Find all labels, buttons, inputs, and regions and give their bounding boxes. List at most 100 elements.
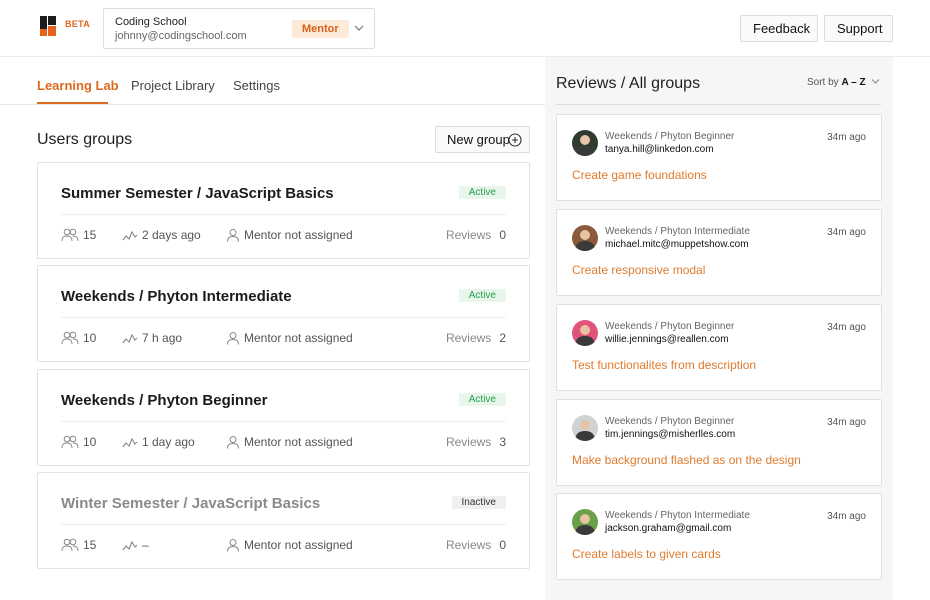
review-task-link[interactable]: Create game foundations (572, 168, 707, 182)
review-user-email: tanya.hill@linkedon.com (605, 144, 714, 155)
beta-badge: BETA (65, 19, 91, 29)
role-badge: Mentor (292, 20, 349, 38)
tab-settings[interactable]: Settings (233, 78, 280, 93)
new-group-button[interactable]: New group (435, 126, 530, 153)
review-group: Weekends / Phyton Intermediate (605, 510, 750, 521)
group-card[interactable]: Summer Semester / JavaScript Basics Acti… (37, 162, 530, 259)
user-icon (227, 332, 239, 345)
avatar (572, 509, 598, 535)
card-divider (61, 214, 506, 215)
activity-value: 7 h ago (142, 331, 183, 345)
group-mentor[interactable]: Mentor not assigned (226, 537, 353, 553)
reviews-label: Reviews (445, 331, 492, 345)
reviews-count: 0 (499, 228, 506, 242)
tab-project-library[interactable]: Project Library (131, 78, 215, 93)
avatar (572, 415, 598, 441)
status-badge: Active (458, 289, 506, 302)
user-icon (227, 539, 239, 552)
plus-circle-icon (508, 133, 522, 147)
reviews-label: Reviews (445, 538, 492, 552)
group-reviews[interactable]: Reviews 0 (446, 227, 506, 243)
activity-icon (122, 333, 138, 344)
tabs-divider (0, 104, 545, 105)
group-users-count: 10 (61, 434, 96, 450)
status-badge: Inactive (451, 496, 506, 509)
activity-icon (122, 540, 138, 551)
sort-dropdown[interactable]: Sort by A – Z (807, 77, 880, 88)
review-user-email: tim.jennings@misherlles.com (605, 429, 736, 440)
support-button[interactable]: Support (824, 15, 893, 42)
group-last-activity: 2 days ago (122, 227, 201, 243)
users-icon (61, 435, 79, 449)
group-users-count: 15 (61, 227, 96, 243)
review-card[interactable]: Weekends / Phyton Beginner tim.jennings@… (556, 399, 882, 486)
sort-prefix: Sort by (807, 77, 839, 88)
tab-learning-lab[interactable]: Learning Lab (37, 78, 119, 93)
activity-icon (122, 230, 138, 241)
reviews-label: Reviews (445, 228, 492, 242)
review-group: Weekends / Phyton Intermediate (605, 226, 750, 237)
card-divider (61, 317, 506, 318)
group-reviews[interactable]: Reviews 2 (446, 330, 506, 346)
users-count-value: 15 (83, 538, 97, 552)
mentor-value: Mentor not assigned (244, 228, 353, 242)
group-last-activity: 1 day ago (122, 434, 195, 450)
card-divider (61, 421, 506, 422)
group-last-activity: 7 h ago (122, 330, 182, 346)
avatar (572, 225, 598, 251)
group-card[interactable]: Weekends / Phyton Intermediate Active 10… (37, 265, 530, 362)
group-users-count: 10 (61, 330, 96, 346)
group-reviews[interactable]: Reviews 3 (446, 434, 506, 450)
review-card[interactable]: Weekends / Phyton Intermediate jackson.g… (556, 493, 882, 580)
activity-value: – (142, 538, 149, 552)
review-card[interactable]: Weekends / Phyton Intermediate michael.m… (556, 209, 882, 296)
users-count-value: 10 (83, 331, 97, 345)
chevron-down-icon (871, 79, 880, 84)
review-time: 34m ago (827, 417, 866, 428)
reviews-count: 2 (499, 331, 506, 345)
review-time: 34m ago (827, 227, 866, 238)
group-reviews[interactable]: Reviews 0 (446, 537, 506, 553)
mentor-value: Mentor not assigned (244, 538, 353, 552)
group-last-activity: – (122, 537, 149, 553)
review-user-email: michael.mitc@muppetshow.com (605, 239, 749, 250)
status-badge: Active (458, 393, 506, 406)
reviews-divider (556, 104, 881, 105)
new-group-label: New group (447, 132, 510, 147)
top-bar: BETA Coding School johnny@codingschool.c… (0, 0, 930, 57)
review-task-link[interactable]: Create labels to given cards (572, 547, 721, 561)
review-user-email: jackson.graham@gmail.com (605, 523, 732, 534)
review-task-link[interactable]: Create responsive modal (572, 263, 705, 277)
organization-selector[interactable]: Coding School johnny@codingschool.com Me… (103, 8, 375, 49)
review-task-link[interactable]: Test functionalites from description (572, 358, 756, 372)
group-users-count: 15 (61, 537, 96, 553)
review-group: Weekends / Phyton Beginner (605, 131, 735, 142)
organization-name: Coding School (115, 16, 187, 28)
group-name[interactable]: Weekends / Phyton Intermediate (61, 288, 292, 305)
review-task-link[interactable]: Make background flashed as on the design (572, 453, 801, 467)
user-icon (227, 436, 239, 449)
users-icon (61, 331, 79, 345)
group-name[interactable]: Winter Semester / JavaScript Basics (61, 495, 320, 512)
group-name[interactable]: Weekends / Phyton Beginner (61, 392, 267, 409)
card-divider (61, 524, 506, 525)
group-card[interactable]: Weekends / Phyton Beginner Active 10 1 d… (37, 369, 530, 466)
review-group: Weekends / Phyton Beginner (605, 321, 735, 332)
reviews-count: 3 (499, 435, 506, 449)
group-mentor[interactable]: Mentor not assigned (226, 330, 353, 346)
activity-value: 2 days ago (142, 228, 201, 242)
users-icon (61, 538, 79, 552)
group-card[interactable]: Winter Semester / JavaScript Basics Inac… (37, 472, 530, 569)
activity-icon (122, 437, 138, 448)
review-time: 34m ago (827, 322, 866, 333)
mentor-value: Mentor not assigned (244, 331, 353, 345)
review-card[interactable]: Weekends / Phyton Beginner willie.jennin… (556, 304, 882, 391)
chevron-down-icon (354, 25, 364, 31)
review-card[interactable]: Weekends / Phyton Beginner tanya.hill@li… (556, 114, 882, 201)
group-mentor[interactable]: Mentor not assigned (226, 227, 353, 243)
reviews-count: 0 (499, 538, 506, 552)
group-name[interactable]: Summer Semester / JavaScript Basics (61, 185, 334, 202)
feedback-button[interactable]: Feedback (740, 15, 818, 42)
app-logo[interactable] (40, 16, 58, 36)
group-mentor[interactable]: Mentor not assigned (226, 434, 353, 450)
